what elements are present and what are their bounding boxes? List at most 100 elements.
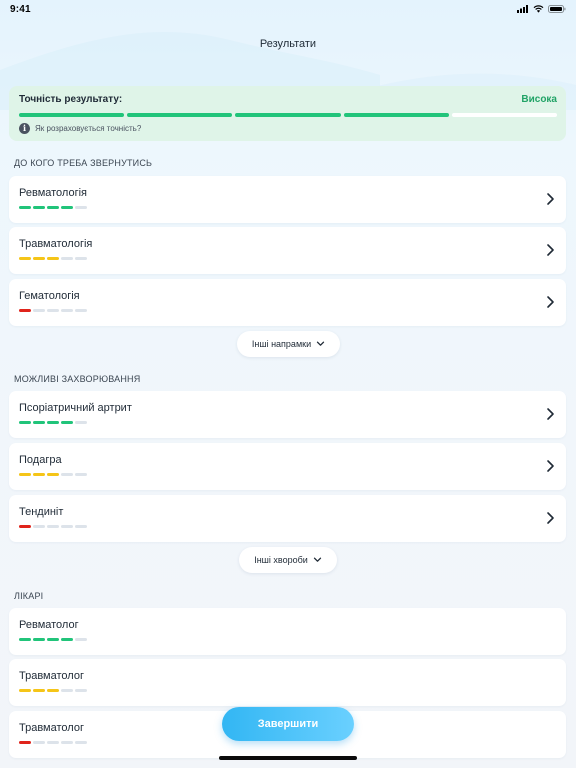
level-segment bbox=[61, 206, 73, 209]
level-segment bbox=[33, 689, 45, 692]
level-segment bbox=[75, 741, 87, 744]
level-indicator bbox=[19, 741, 556, 744]
level-segment bbox=[33, 257, 45, 260]
list-item-direction[interactable]: Ревматологія bbox=[9, 176, 566, 223]
level-segment bbox=[19, 689, 31, 692]
accuracy-segment bbox=[451, 113, 558, 117]
list-item-disease[interactable]: Псоріатричний артрит bbox=[9, 391, 566, 438]
accuracy-segment bbox=[343, 113, 449, 117]
chevron-right-icon bbox=[547, 512, 554, 524]
level-segment bbox=[75, 257, 87, 260]
level-indicator bbox=[19, 638, 556, 641]
item-label: Тендиніт bbox=[19, 506, 64, 518]
level-segment bbox=[75, 638, 87, 641]
level-segment bbox=[75, 309, 87, 312]
chevron-right-icon bbox=[547, 193, 554, 205]
level-segment bbox=[47, 257, 59, 260]
level-segment bbox=[47, 525, 59, 528]
finish-button[interactable]: Завершити bbox=[222, 707, 354, 741]
info-icon: i bbox=[19, 123, 30, 134]
battery-icon bbox=[548, 5, 566, 13]
status-icons bbox=[517, 5, 566, 13]
level-segment bbox=[61, 257, 73, 260]
wifi-icon bbox=[533, 5, 544, 13]
level-segment bbox=[33, 309, 45, 312]
level-segment bbox=[33, 206, 45, 209]
accuracy-info-text: Як розраховується точність? bbox=[35, 124, 142, 133]
level-segment bbox=[19, 473, 31, 476]
level-segment bbox=[75, 473, 87, 476]
level-segment bbox=[19, 638, 31, 641]
level-segment bbox=[61, 421, 73, 424]
section-title-directions: ДО КОГО ТРЕБА ЗВЕРНУТИСЬ bbox=[14, 158, 153, 168]
level-indicator bbox=[19, 525, 556, 528]
home-indicator bbox=[219, 756, 357, 760]
level-segment bbox=[75, 525, 87, 528]
item-label: Травматологія bbox=[19, 238, 93, 250]
chevron-right-icon bbox=[547, 244, 554, 256]
level-segment bbox=[47, 309, 59, 312]
status-time: 9:41 bbox=[10, 3, 31, 15]
item-label: Подагра bbox=[19, 454, 62, 466]
more-directions-button[interactable]: Інші напрамки bbox=[237, 331, 340, 357]
chevron-down-icon bbox=[313, 557, 321, 562]
level-segment bbox=[61, 638, 73, 641]
level-segment bbox=[47, 206, 59, 209]
level-segment bbox=[19, 741, 31, 744]
page-title: Результати bbox=[259, 38, 317, 50]
accuracy-value: Висока bbox=[521, 94, 557, 105]
more-diseases-button[interactable]: Інші хвороби bbox=[239, 547, 337, 573]
level-segment bbox=[47, 689, 59, 692]
more-diseases-label: Інші хвороби bbox=[254, 555, 308, 565]
level-segment bbox=[33, 638, 45, 641]
level-segment bbox=[33, 525, 45, 528]
item-label: Псоріатричний артрит bbox=[19, 402, 132, 414]
level-segment bbox=[47, 638, 59, 641]
item-label: Ревматолог bbox=[19, 619, 79, 631]
level-segment bbox=[75, 689, 87, 692]
level-segment bbox=[61, 525, 73, 528]
level-segment bbox=[19, 257, 31, 260]
level-segment bbox=[19, 421, 31, 424]
accuracy-card: Точність результату: Висока i Як розрахо… bbox=[9, 86, 566, 141]
level-indicator bbox=[19, 206, 556, 209]
list-item-direction[interactable]: Травматологія bbox=[9, 227, 566, 274]
level-segment bbox=[75, 206, 87, 209]
accuracy-label: Точність результату: bbox=[19, 94, 123, 105]
level-indicator bbox=[19, 257, 556, 260]
list-item-doctor[interactable]: Ревматолог bbox=[9, 608, 566, 655]
chevron-right-icon bbox=[547, 460, 554, 472]
list-item-disease[interactable]: Подагра bbox=[9, 443, 566, 490]
level-segment bbox=[47, 741, 59, 744]
level-segment bbox=[19, 525, 31, 528]
level-segment bbox=[75, 421, 87, 424]
list-item-disease[interactable]: Тендиніт bbox=[9, 495, 566, 542]
list-item-doctor[interactable]: Травматолог bbox=[9, 659, 566, 706]
section-title-doctors: ЛІКАРІ bbox=[14, 591, 44, 601]
status-bar: 9:41 bbox=[0, 0, 576, 18]
section-title-diseases: МОЖЛИВІ ЗАХВОРЮВАННЯ bbox=[14, 374, 141, 384]
accuracy-progress bbox=[19, 113, 558, 117]
level-indicator bbox=[19, 421, 556, 424]
level-segment bbox=[47, 473, 59, 476]
level-segment bbox=[47, 421, 59, 424]
level-indicator bbox=[19, 309, 556, 312]
level-segment bbox=[61, 741, 73, 744]
accuracy-info-link[interactable]: i Як розраховується точність? bbox=[19, 123, 557, 134]
level-segment bbox=[61, 309, 73, 312]
level-indicator bbox=[19, 689, 556, 692]
level-segment bbox=[19, 206, 31, 209]
item-label: Ревматологія bbox=[19, 187, 87, 199]
chevron-right-icon bbox=[547, 296, 554, 308]
item-label: Травматолог bbox=[19, 670, 84, 682]
level-segment bbox=[61, 689, 73, 692]
accuracy-segment bbox=[127, 113, 233, 117]
level-segment bbox=[33, 421, 45, 424]
level-segment bbox=[33, 741, 45, 744]
accuracy-segment bbox=[235, 113, 341, 117]
level-indicator bbox=[19, 473, 556, 476]
level-segment bbox=[33, 473, 45, 476]
list-item-direction[interactable]: Гематологія bbox=[9, 279, 566, 326]
level-segment bbox=[61, 473, 73, 476]
accuracy-segment bbox=[19, 113, 125, 117]
